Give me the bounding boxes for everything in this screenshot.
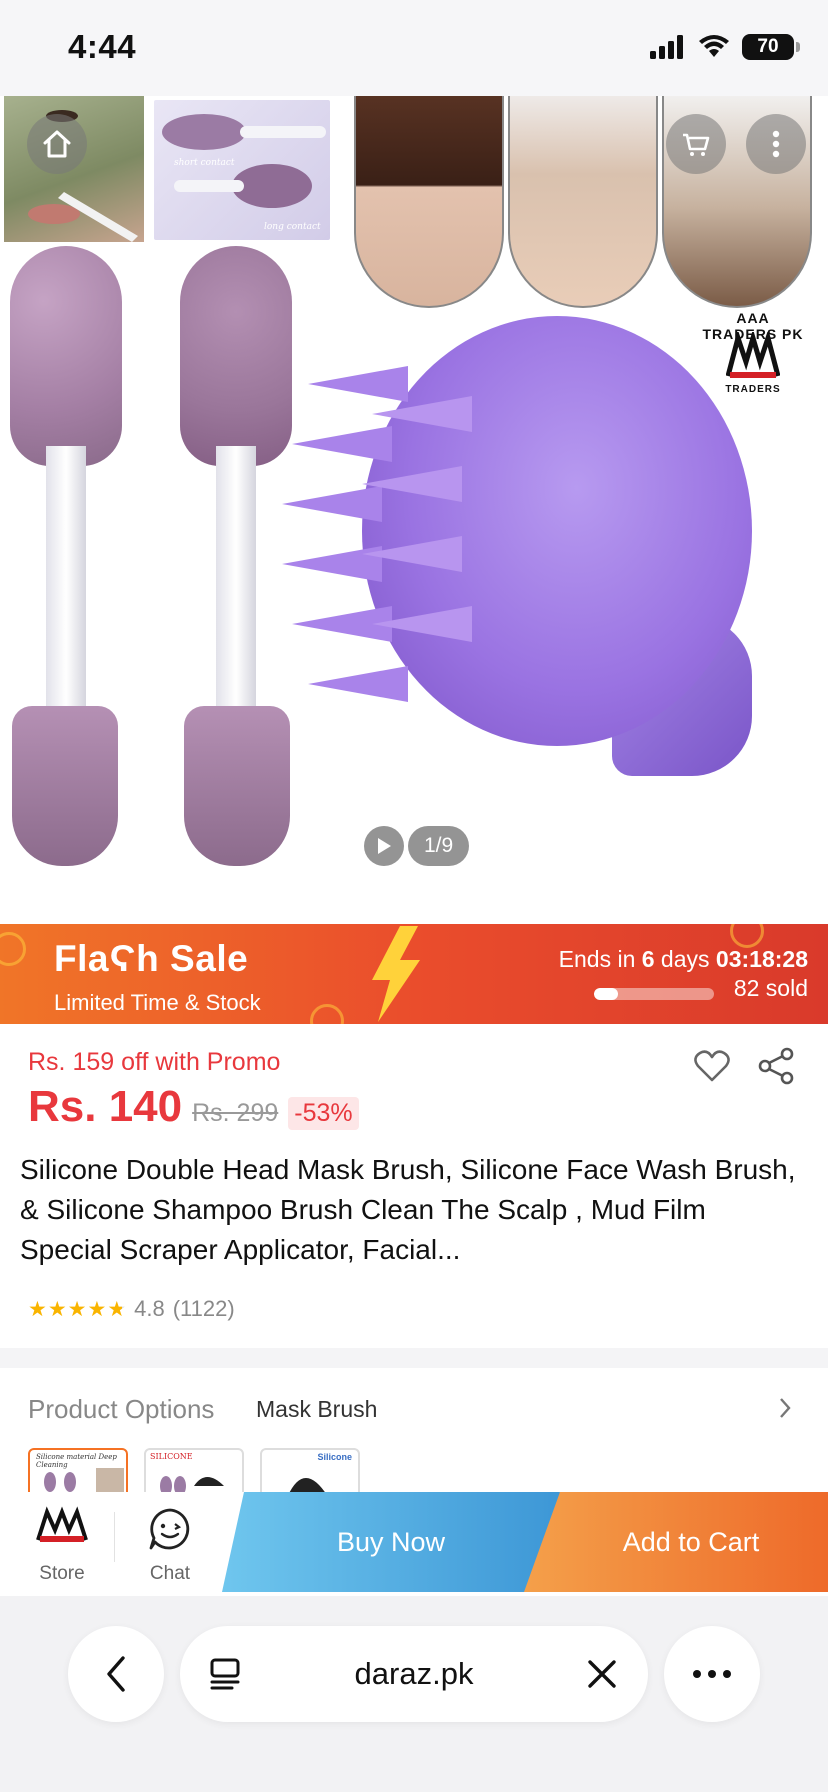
share-icon — [758, 1047, 794, 1085]
sold-progress-fill — [594, 988, 618, 1000]
rating-count: (1122) — [172, 1296, 235, 1321]
options-selected-value: Mask Brush — [256, 1396, 378, 1422]
address-bar[interactable]: daraz.pk — [180, 1626, 648, 1722]
play-video-button[interactable] — [364, 826, 404, 866]
more-icon — [772, 130, 780, 158]
cart-button[interactable] — [666, 114, 726, 174]
clock-decoration-icon — [730, 924, 764, 948]
buy-now-button[interactable]: Buy Now — [222, 1492, 560, 1592]
options-label: Product Options — [28, 1394, 215, 1424]
lightning-icon — [372, 926, 420, 1022]
option-thumb[interactable]: Silicone material Deep Cleaning — [28, 1448, 128, 1498]
star-icon: ★ — [47, 1297, 67, 1321]
menu-button[interactable] — [664, 1626, 760, 1722]
heart-icon — [694, 1050, 730, 1082]
brush-closeup-photo: short contact long contact — [154, 100, 330, 240]
chevron-right-icon — [778, 1396, 792, 1427]
product-page: 4:44 70 short contact long contact AAA T… — [0, 0, 828, 1792]
browser-toolbar: daraz.pk — [0, 1596, 828, 1792]
star-icon: ★ — [87, 1297, 107, 1321]
countdown-prefix: Ends in — [558, 946, 642, 972]
model-hair-photo — [354, 96, 504, 308]
flash-sale-title: FlaϚh Sale — [54, 938, 249, 979]
rating-value: 4.8 — [134, 1296, 165, 1321]
store-logo-icon — [36, 1506, 88, 1542]
brand-logo-mark — [726, 332, 780, 378]
star-icon: ★ — [67, 1297, 87, 1321]
option-thumb-label: Silicone material Deep Cleaning — [36, 1453, 117, 1469]
chat-icon — [149, 1508, 190, 1550]
rating-row[interactable]: ★ ★ ★ ★ ★ 4.8 (1122) — [28, 1296, 235, 1322]
thumb-label-long: long contact — [264, 222, 321, 232]
thumb-label-short: short contact — [174, 158, 235, 168]
ellipsis-icon — [693, 1670, 731, 1678]
status-bar: 4:44 70 — [0, 0, 828, 96]
chat-button[interactable]: Chat — [128, 1500, 212, 1590]
promo-text[interactable]: Rs. 159 off with Promo — [28, 1048, 280, 1077]
face-mask-photo — [4, 96, 144, 242]
flash-sale-subtitle: Limited Time & Stock — [54, 990, 261, 1015]
image-counter-text: 1/9 — [408, 826, 470, 866]
countdown-days: 6 — [641, 946, 655, 972]
option-thumb-label: Silicone — [317, 1452, 352, 1462]
play-icon — [378, 838, 391, 854]
more-options-button[interactable] — [746, 114, 806, 174]
back-button[interactable] — [68, 1626, 164, 1722]
brand-logo-sub: TRADERS — [725, 384, 781, 395]
half-star-icon: ★ — [107, 1297, 127, 1321]
share-button[interactable] — [756, 1046, 796, 1086]
chat-label: Chat — [149, 1563, 191, 1584]
status-time: 4:44 — [68, 28, 137, 65]
product-image-gallery[interactable]: short contact long contact AAA TRADERS P… — [0, 96, 828, 924]
product-info-card: Rs. 159 off with Promo Rs. 140 Rs. 299 -… — [0, 1024, 828, 1348]
option-thumb[interactable]: Silicone — [260, 1448, 360, 1498]
battery-indicator: 70 — [742, 34, 800, 60]
divider — [114, 1512, 115, 1562]
home-button[interactable] — [27, 114, 87, 174]
clock-decoration-icon — [310, 1004, 344, 1024]
wifi-icon — [699, 35, 729, 57]
image-counter: 1/9 — [364, 826, 470, 866]
sold-count: 82 sold — [733, 975, 808, 1001]
countdown-days-unit: days — [654, 946, 716, 972]
product-title: Silicone Double Head Mask Brush, Silicon… — [20, 1154, 796, 1265]
star-icon: ★ — [28, 1297, 47, 1321]
url-text: daraz.pk — [354, 1656, 474, 1691]
close-icon[interactable] — [582, 1654, 622, 1694]
status-icons: 70 — [650, 34, 800, 60]
home-icon — [43, 130, 71, 158]
flash-sale-countdown: Ends in 6 days 03:18:28 — [559, 946, 808, 973]
scalp-shampoo-brush — [282, 316, 752, 776]
flash-sale-banner[interactable]: FlaϚh Sale Limited Time & Stock Ends in … — [0, 924, 828, 1024]
store-button[interactable]: Store — [20, 1500, 104, 1590]
add-to-cart-button[interactable]: Add to Cart — [524, 1492, 828, 1592]
battery-level: 70 — [757, 36, 779, 57]
chevron-left-icon — [107, 1656, 125, 1692]
star-rating: ★ ★ ★ ★ ★ — [28, 1297, 126, 1322]
sold-progress-bar — [594, 988, 714, 1000]
cellular-signal-icon — [650, 35, 683, 59]
cart-icon — [683, 133, 710, 156]
bottom-action-bar: Store Chat Buy Now Add to Cart — [0, 1492, 828, 1596]
option-thumb-label: SILICONE — [150, 1452, 193, 1461]
store-label: Store — [39, 1563, 85, 1584]
current-price: Rs. 140 — [28, 1082, 183, 1131]
countdown-time: 03:18:28 — [715, 946, 808, 972]
option-thumb[interactable]: SILICONE — [144, 1448, 244, 1498]
brand-logo: AAA TRADERS PK TRADERS — [698, 310, 808, 400]
product-options-row[interactable]: Product Options Mask Brush Silicone mate… — [0, 1368, 828, 1498]
wishlist-button[interactable] — [692, 1046, 732, 1086]
original-price: Rs. 299 — [192, 1099, 279, 1127]
discount-badge: -53% — [288, 1097, 359, 1130]
model-shampoo-photo — [508, 96, 658, 308]
price-row: Rs. 140 Rs. 299 -53% — [28, 1082, 359, 1132]
clock-decoration-icon — [0, 932, 26, 966]
